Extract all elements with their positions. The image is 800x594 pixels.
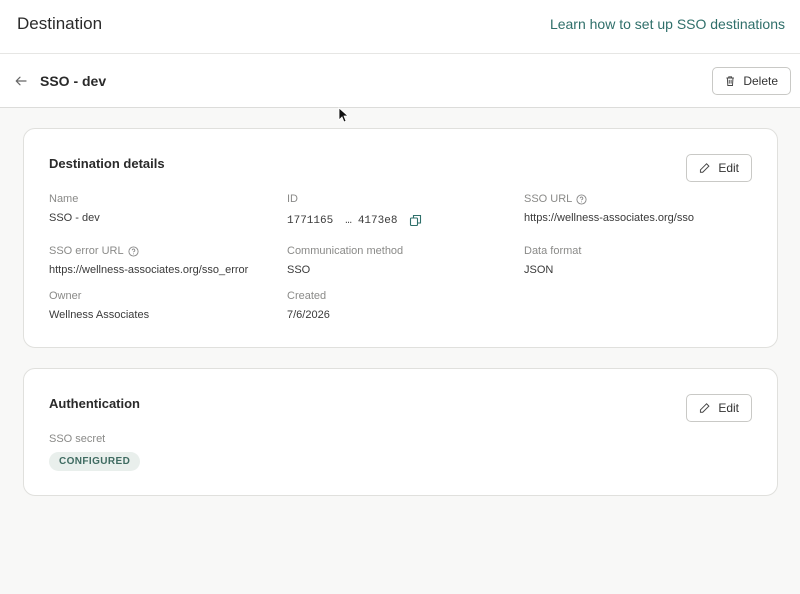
help-icon[interactable] [128,245,139,257]
top-bar: Destination Learn how to set up SSO dest… [0,0,800,54]
data-format-field: Data format JSON [524,244,581,276]
edit-authentication-button[interactable]: Edit [686,394,752,422]
id-value-start: 1771165 [287,214,334,227]
created-value: 7/6/2026 [287,309,330,321]
delete-label: Delete [743,74,778,88]
authentication-heading: Authentication [49,396,140,411]
communication-method-value: SSO [287,264,311,276]
sso-url-value: https://wellness-associates.org/sso [524,212,694,224]
sso-error-url-value: https://wellness-associates.org/sso_erro… [49,264,249,276]
edit-label: Edit [718,401,739,415]
status-badge: CONFIGURED [49,452,141,471]
copy-icon[interactable] [409,214,422,227]
edit-label: Edit [718,161,739,175]
help-icon[interactable] [576,193,587,205]
sso-secret-field: SSO secret CONFIGURED [49,432,141,471]
sub-header: SSO - dev Delete [0,54,800,108]
created-field: Created 7/6/2026 [287,289,330,321]
sso-url-field: SSO URL https://wellness-associates.org/… [524,192,694,224]
id-label: ID [287,193,298,205]
learn-sso-link[interactable]: Learn how to set up SSO destinations [550,16,785,32]
sso-url-label: SSO URL [524,193,573,205]
name-label: Name [49,193,79,205]
authentication-card: Authentication Edit SSO secret CONFIGURE… [23,368,778,496]
destination-name-title: SSO - dev [40,73,107,89]
id-value-end: 4173e8 [357,214,398,227]
arrow-left-icon [15,76,27,86]
pencil-icon [699,403,710,413]
back-button[interactable] [11,71,31,91]
edit-details-button[interactable]: Edit [686,154,752,182]
communication-method-field: Communication method SSO [287,244,403,276]
name-field: Name SSO - dev [49,192,100,224]
communication-method-label: Communication method [287,245,404,257]
id-ellipsis: … [345,214,352,227]
created-label: Created [287,290,327,302]
sso-secret-label: SSO secret [49,433,106,445]
destination-details-heading: Destination details [49,156,165,171]
owner-label: Owner [49,290,82,302]
sso-error-url-field: SSO error URL https://wellness-associate… [49,244,248,276]
delete-button[interactable]: Delete [712,67,791,95]
owner-value: Wellness Associates [49,309,150,321]
sso-error-url-label: SSO error URL [49,245,124,257]
destination-details-card: Destination details Edit Name SSO - dev … [23,128,778,348]
data-format-label: Data format [524,245,582,257]
pencil-icon [699,163,710,173]
mouse-cursor-icon [338,107,350,123]
owner-field: Owner Wellness Associates [49,289,149,321]
name-value: SSO - dev [49,212,100,224]
trash-icon [726,76,734,86]
page-title: Destination [17,14,103,33]
data-format-value: JSON [524,264,554,276]
id-field: ID 1771165 … 4173e8 [287,192,422,227]
